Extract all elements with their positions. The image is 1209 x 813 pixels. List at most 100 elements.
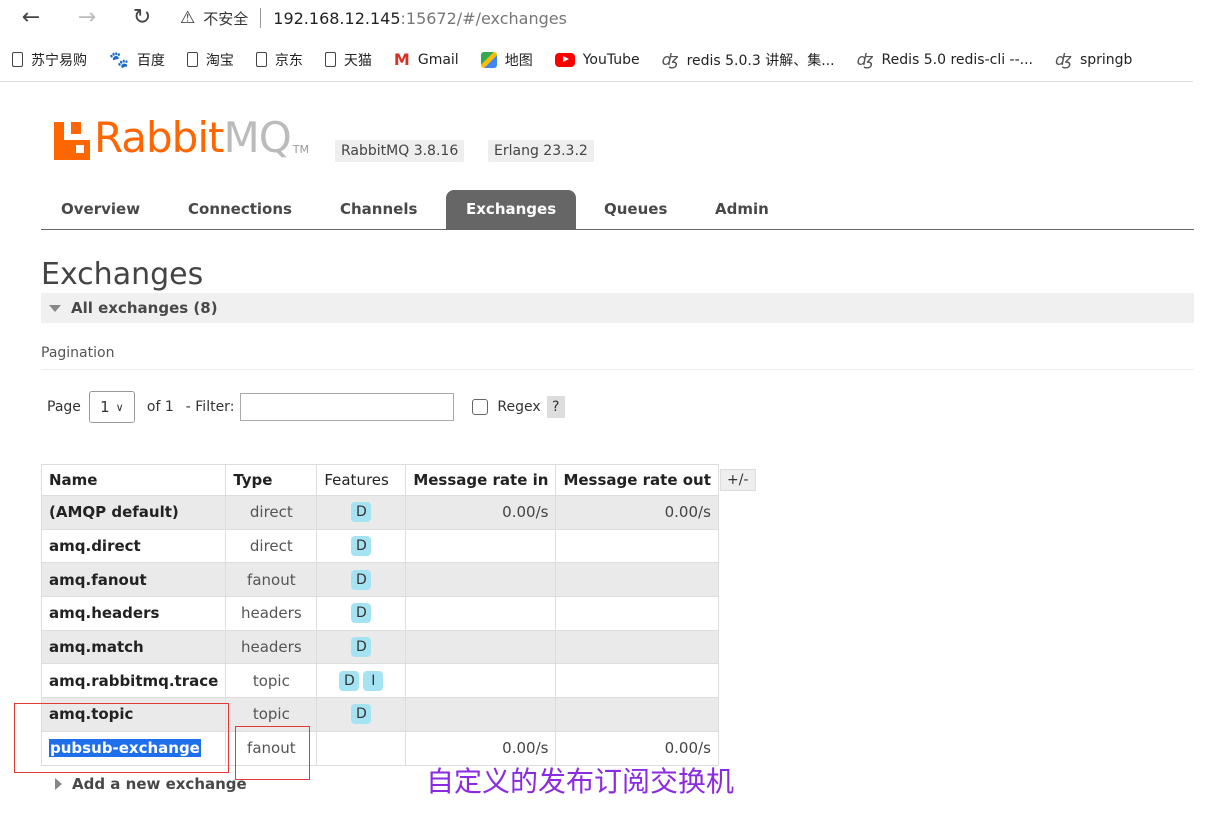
rate-out-cell <box>555 528 719 564</box>
exchange-name-link[interactable]: amq.fanout <box>49 571 147 589</box>
exchange-name-link[interactable]: amq.headers <box>49 604 159 622</box>
feature-badge: I <box>363 670 384 691</box>
column-header-rate-in[interactable]: Message rate in <box>405 464 557 496</box>
bookmark-label: 天猫 <box>343 52 372 69</box>
table-row: amq.fanout fanout D <box>40 562 719 598</box>
exchange-features-cell: DI <box>316 663 407 699</box>
filter-label: - Filter: <box>185 399 235 415</box>
table-row: amq.headers headers D <box>40 596 719 631</box>
bookmark-item[interactable]: 苏宁易购 <box>12 50 87 70</box>
bookmark-item[interactable]: 天猫 <box>324 50 372 70</box>
tab-overview[interactable]: Overview <box>41 190 160 229</box>
annotation-caption: 自定义的发布订阅交换机 <box>426 765 735 798</box>
exchange-features-cell: D <box>316 629 407 665</box>
pagination-label: Pagination <box>41 345 1194 370</box>
exchange-name-link[interactable]: amq.direct <box>49 537 141 555</box>
csdn-icon: ʤ <box>661 49 679 69</box>
forward-arrow-icon[interactable]: → <box>72 4 102 32</box>
exchange-name-link[interactable]: amq.rabbitmq.trace <box>49 672 218 690</box>
regex-help-button[interactable]: ? <box>546 396 565 418</box>
reload-icon[interactable]: ↻ <box>127 4 157 32</box>
bookmark-label: 苏宁易购 <box>31 52 87 69</box>
bookmark-item[interactable]: 京东 <box>255 50 303 70</box>
bookmark-item[interactable]: 地图 <box>480 50 533 70</box>
page-select[interactable]: 1 ∨ <box>88 391 135 423</box>
bookmark-item[interactable]: YouTube <box>554 52 640 68</box>
rate-in-cell <box>405 562 557 598</box>
insecure-label[interactable]: 不安全 <box>203 8 248 29</box>
gmail-icon: M <box>393 49 410 69</box>
bookmark-item[interactable]: ʤ springb <box>1055 49 1132 69</box>
rate-out-cell <box>555 562 719 598</box>
exchange-features-cell: D <box>316 562 407 598</box>
url-host: 192.168.12.145 <box>273 8 401 28</box>
column-header-rate-out[interactable]: Message rate out <box>555 464 719 496</box>
url-field[interactable]: ⚠ 不安全 192.168.12.145:15672/#/exchanges <box>180 4 567 32</box>
page-title: Exchanges <box>41 257 204 292</box>
main-tabs: Overview Connections Channels Exchanges … <box>41 190 1194 230</box>
all-exchanges-section-toggle[interactable]: All exchanges (8) <box>41 293 1194 323</box>
bookmark-item[interactable]: ʤ Redis 5.0 redis-cli --... <box>857 51 1034 68</box>
exchange-name-cell: amq.match <box>40 629 227 665</box>
tab-queues[interactable]: Queues <box>584 190 687 229</box>
rabbitmq-version-badge: RabbitMQ 3.8.16 <box>335 140 465 162</box>
toggle-columns-button[interactable]: +/- <box>720 469 756 491</box>
page-label: Page <box>47 399 81 415</box>
column-header-name[interactable]: Name <box>40 464 227 496</box>
bookmark-item[interactable]: M Gmail <box>393 49 459 69</box>
rate-in-cell <box>405 596 557 631</box>
bookmark-label: 地图 <box>504 52 533 69</box>
back-arrow-icon[interactable]: ← <box>16 4 46 32</box>
rate-in-cell <box>405 528 557 564</box>
section-label: All exchanges (8) <box>71 299 218 317</box>
tab-admin[interactable]: Admin <box>695 190 789 229</box>
csdn-icon: ʤ <box>1055 49 1072 69</box>
paw-icon: 🐾 <box>109 49 129 69</box>
annotation-box-name <box>14 703 229 773</box>
regex-label: Regex <box>497 399 541 415</box>
add-exchange-section-toggle[interactable]: Add a new exchange <box>55 775 247 793</box>
bookmark-label: Redis 5.0 redis-cli --... <box>881 51 1034 68</box>
tab-channels[interactable]: Channels <box>320 190 437 229</box>
exchange-type-cell: headers <box>225 596 318 631</box>
rabbitmq-logo[interactable]: Rabbit MQ TM <box>54 116 309 160</box>
exchange-type-cell: fanout <box>225 562 318 598</box>
logo-trademark: TM <box>292 143 309 156</box>
page-select-value: 1 <box>100 398 110 416</box>
bookmark-label: redis 5.0.3 讲解、集... <box>686 52 835 69</box>
rate-out-cell <box>555 697 719 732</box>
annotation-box-type <box>235 726 310 780</box>
doc-icon <box>12 52 23 67</box>
filter-input[interactable] <box>240 393 455 421</box>
add-exchange-label: Add a new exchange <box>72 775 247 793</box>
bookmark-label: 百度 <box>136 52 165 69</box>
rate-out-cell <box>555 629 719 665</box>
chevron-down-icon: ∨ <box>115 400 124 414</box>
erlang-version-badge: Erlang 23.3.2 <box>488 140 594 162</box>
tab-exchanges[interactable]: Exchanges <box>446 190 577 229</box>
exchange-name-link[interactable]: amq.match <box>49 638 144 656</box>
bookmark-item[interactable]: ʤ redis 5.0.3 讲解、集... <box>662 50 835 70</box>
feature-badge: D <box>351 502 372 523</box>
rate-out-cell: 0.00/s <box>555 495 719 530</box>
bookmark-label: 淘宝 <box>205 52 234 69</box>
warning-icon[interactable]: ⚠ <box>180 8 195 28</box>
rabbitmq-logo-icon <box>54 122 90 160</box>
url-separator <box>260 8 262 28</box>
feature-badge: D <box>351 536 372 557</box>
expand-triangle-icon <box>55 778 62 790</box>
tab-connections[interactable]: Connections <box>168 190 312 229</box>
feature-badge: D <box>339 670 360 691</box>
exchange-features-cell: D <box>316 528 407 564</box>
rate-in-cell: 0.00/s <box>405 495 557 530</box>
feature-badge: D <box>351 704 372 725</box>
bookmark-item[interactable]: 淘宝 <box>186 50 234 70</box>
exchange-name-link[interactable]: (AMQP default) <box>49 503 179 521</box>
exchange-name-cell: amq.fanout <box>40 562 227 598</box>
rate-in-cell <box>405 629 557 665</box>
bookmark-label: 京东 <box>274 52 303 69</box>
column-header-type[interactable]: Type <box>225 464 318 496</box>
table-header-row: Name Type Features Message rate in Messa… <box>40 464 719 496</box>
regex-checkbox[interactable] <box>472 399 489 415</box>
bookmark-item[interactable]: 🐾 百度 <box>109 50 165 70</box>
